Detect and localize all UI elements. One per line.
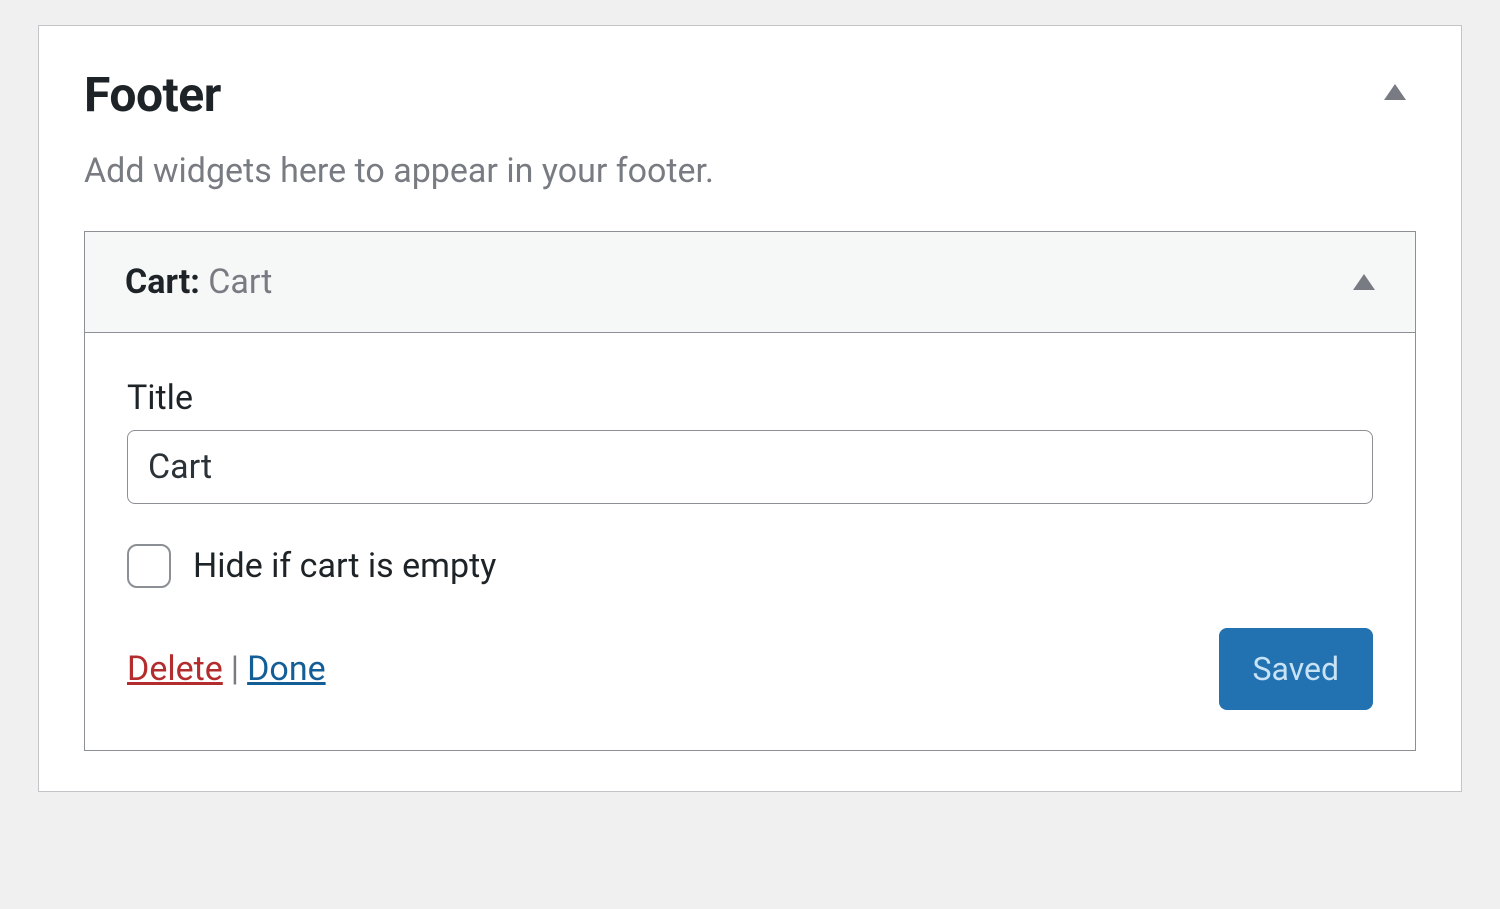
- widget-instance-name: Cart: [208, 262, 272, 302]
- widget-item: Cart: Cart Title Hide if cart is empty D…: [84, 231, 1416, 751]
- done-link[interactable]: Done: [247, 649, 326, 689]
- panel-description: Add widgets here to appear in your foote…: [84, 151, 1384, 191]
- hide-empty-checkbox[interactable]: [127, 544, 171, 588]
- widget-title: Cart: Cart: [125, 262, 272, 302]
- panel-header-text: Footer Add widgets here to appear in you…: [84, 66, 1384, 231]
- panel-header: Footer Add widgets here to appear in you…: [84, 66, 1416, 231]
- widget-header[interactable]: Cart: Cart: [85, 232, 1415, 333]
- title-input[interactable]: [127, 430, 1373, 504]
- widget-actions: Delete | Done Saved: [127, 628, 1373, 710]
- widget-title-separator: :: [190, 262, 208, 302]
- panel-title: Footer: [84, 66, 1384, 123]
- delete-link[interactable]: Delete: [127, 649, 223, 689]
- action-separator: |: [231, 649, 239, 689]
- widget-type-label: Cart: [125, 262, 190, 302]
- saved-button[interactable]: Saved: [1219, 628, 1373, 710]
- triangle-up-icon: [1353, 274, 1375, 290]
- footer-widget-panel: Footer Add widgets here to appear in you…: [38, 25, 1462, 792]
- hide-empty-row: Hide if cart is empty: [127, 544, 1373, 588]
- action-links: Delete | Done: [127, 649, 326, 689]
- title-field-label: Title: [127, 378, 1373, 418]
- collapse-widget-button[interactable]: [1353, 274, 1375, 290]
- triangle-up-icon: [1384, 84, 1406, 100]
- hide-empty-label[interactable]: Hide if cart is empty: [193, 546, 496, 586]
- widget-body: Title Hide if cart is empty Delete | Don…: [85, 333, 1415, 750]
- collapse-panel-button[interactable]: [1384, 84, 1406, 100]
